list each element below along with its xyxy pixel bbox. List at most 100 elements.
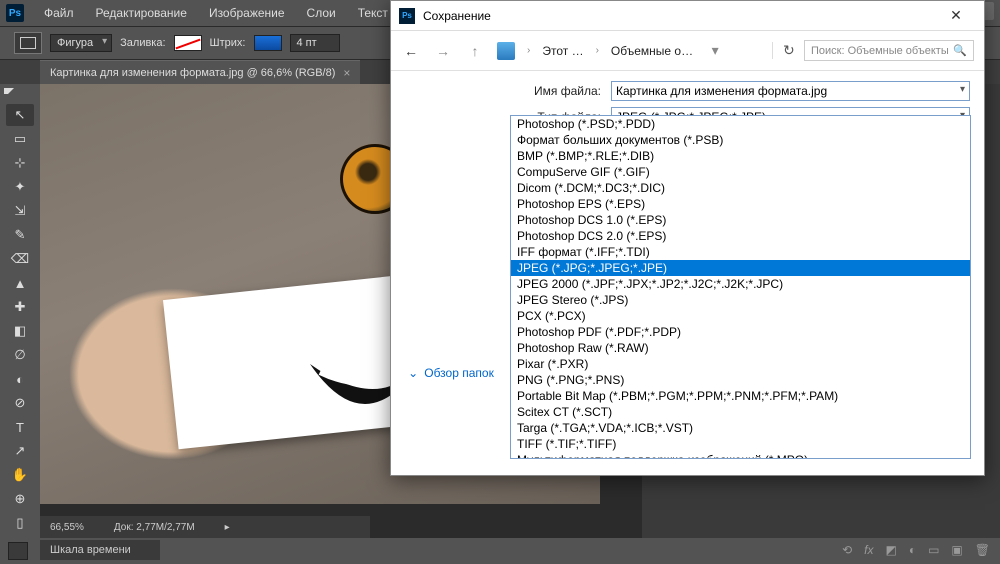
zoom-level[interactable]: 66,55% [50,522,84,533]
chevron-down-icon: ⌄ [408,366,418,380]
filetype-option[interactable]: Targa (*.TGA;*.VDA;*.ICB;*.VST) [511,420,970,436]
search-placeholder: Поиск: Объемные объекты [811,45,949,57]
crumb-sep-icon: › [527,45,530,56]
filename-value: Картинка для изменения формата.jpg [616,84,827,98]
dialog-sidebar: ⌄ Обзор папок [391,71,511,475]
filetype-option[interactable]: PNG (*.PNG;*.PNS) [511,372,970,388]
filetype-option[interactable]: PCX (*.PCX) [511,308,970,324]
shape-mode-dropdown[interactable]: Фигура [50,34,112,52]
document-tab[interactable]: Картинка для изменения формата.jpg @ 66,… [40,60,360,84]
panel-toggle-icon[interactable] [4,88,14,98]
nav-up-button[interactable]: ↑ [465,43,485,59]
tool-button[interactable]: ⊹ [6,152,34,174]
dialog-title: Сохранение [423,9,936,23]
tools-panel: ↖▭⊹✦⇲✎⌫▲✚◧∅◐⊘T↗✋⊕▯ [0,84,40,538]
fill-swatch[interactable] [174,35,202,51]
timeline-panel-tab[interactable]: Шкала времени [40,540,160,560]
tool-button[interactable]: ▭ [6,128,34,150]
menu-edit[interactable]: Редактирование [86,2,197,24]
refresh-button[interactable]: ↻ [772,42,792,59]
filetype-option[interactable]: Photoshop EPS (*.EPS) [511,196,970,212]
menu-file[interactable]: Файл [34,2,84,24]
link-icon[interactable]: ⟲ [842,543,852,557]
fx-icon[interactable]: fx [864,543,873,557]
filetype-option[interactable]: JPEG Stereo (*.JPS) [511,292,970,308]
dialog-titlebar: Ps Сохранение ✕ [391,1,984,31]
filetype-option[interactable]: Portable Bit Map (*.PBM;*.PGM;*.PPM;*.PN… [511,388,970,404]
tool-button[interactable]: ⊕ [6,488,34,510]
breadcrumb-2[interactable]: Объемные о… [611,44,693,58]
filetype-option[interactable]: Dicom (*.DCM;*.DC3;*.DIC) [511,180,970,196]
trash-icon[interactable]: 🗑 [975,543,990,557]
search-input[interactable]: Поиск: Объемные объекты 🔍 [804,40,974,61]
search-icon: 🔍 [953,44,967,57]
tool-button[interactable]: ⇲ [6,200,34,222]
filetype-option[interactable]: Photoshop PDF (*.PDF;*.PDP) [511,324,970,340]
save-dialog: Ps Сохранение ✕ ← → ↑ › Этот … › Объемны… [390,0,985,476]
browse-folders-label: Обзор папок [424,366,494,380]
filename-input[interactable]: Картинка для изменения формата.jpg ▾ [611,81,970,101]
tool-button[interactable]: ▲ [6,272,34,294]
tool-button[interactable]: ⊘ [6,392,34,414]
doc-size: Док: 2,77M/2,77M [114,522,195,533]
app-icon: Ps [6,4,24,22]
menu-image[interactable]: Изображение [199,2,295,24]
filetype-option[interactable]: Photoshop DCS 1.0 (*.EPS) [511,212,970,228]
nav-back-button[interactable]: ← [401,43,421,59]
tool-button[interactable]: ▯ [6,512,34,534]
tool-button[interactable]: ↗ [6,440,34,462]
stroke-swatch[interactable] [254,35,282,51]
tool-button[interactable]: ✦ [6,176,34,198]
status-arrow-icon[interactable]: ▸ [225,522,230,533]
nav-forward-button[interactable]: → [433,43,453,59]
filetype-option[interactable]: Photoshop Raw (*.RAW) [511,340,970,356]
location-icon[interactable] [497,42,515,60]
tool-button[interactable]: T [6,416,34,438]
breadcrumb-1[interactable]: Этот … [542,44,583,58]
tool-button[interactable]: ↖ [6,104,34,126]
dialog-close-button[interactable]: ✕ [936,7,976,24]
filetype-option[interactable]: Формат больших документов (*.PSB) [511,132,970,148]
filetype-option[interactable]: CompuServe GIF (*.GIF) [511,164,970,180]
document-tab-title: Картинка для изменения формата.jpg @ 66,… [50,67,335,79]
tool-preset-button[interactable] [14,32,42,54]
chevron-down-icon[interactable]: ▾ [960,84,965,95]
filetype-option[interactable]: Photoshop (*.PSD;*.PDD) [511,116,970,132]
filetype-option[interactable]: Мультиформатная поддержка изображений (*… [511,452,970,459]
menu-layers[interactable]: Слои [297,2,346,24]
quick-mask-toggle[interactable] [8,542,28,560]
tool-button[interactable]: ✚ [6,296,34,318]
filetype-option[interactable]: JPEG (*.JPG;*.JPEG;*.JPE) [511,260,970,276]
tool-button[interactable]: ◧ [6,320,34,342]
browse-folders-toggle[interactable]: ⌄ Обзор папок [408,271,494,475]
tool-button[interactable]: ∅ [6,344,34,366]
crumb-dropdown-icon[interactable]: ▾ [705,42,725,59]
document-status-bar: 66,55% Док: 2,77M/2,77M ▸ [40,516,370,538]
new-layer-icon[interactable]: ▣ [951,543,962,557]
dialog-fields: Имя файла: Картинка для изменения формат… [511,71,984,475]
dialog-body: ⌄ Обзор папок Имя файла: Картинка для из… [391,71,984,475]
tool-button[interactable]: ✋ [6,464,34,486]
tool-button[interactable]: ◐ [6,368,34,390]
dialog-nav-bar: ← → ↑ › Этот … › Объемные о… ▾ ↻ Поиск: … [391,31,984,71]
tool-button[interactable]: ✎ [6,224,34,246]
adjustment-icon[interactable]: ◐ [909,543,916,557]
filetype-options-list[interactable]: Photoshop (*.PSD;*.PDD)Формат больших до… [510,115,971,459]
filetype-option[interactable]: IFF формат (*.IFF;*.TDI) [511,244,970,260]
filetype-option[interactable]: BMP (*.BMP;*.RLE;*.DIB) [511,148,970,164]
mask-icon[interactable]: ◩ [885,543,896,557]
group-icon[interactable]: ▭ [928,543,939,557]
tool-button[interactable]: ⌫ [6,248,34,270]
filetype-option[interactable]: TIFF (*.TIF;*.TIFF) [511,436,970,452]
filename-label: Имя файла: [511,84,611,98]
filetype-option[interactable]: Pixar (*.PXR) [511,356,970,372]
dialog-app-icon: Ps [399,8,415,24]
stroke-width-input[interactable]: 4 пт [290,34,340,52]
document-tab-close[interactable]: × [343,66,350,80]
stroke-label: Штрих: [210,37,246,49]
layer-panel-footer: ⟲ fx ◩ ◐ ▭ ▣ 🗑 [842,540,990,560]
filetype-option[interactable]: Photoshop DCS 2.0 (*.EPS) [511,228,970,244]
filetype-option[interactable]: Scitex CT (*.SCT) [511,404,970,420]
filetype-option[interactable]: JPEG 2000 (*.JPF;*.JPX;*.JP2;*.J2C;*.J2K… [511,276,970,292]
crumb-sep-icon: › [596,45,599,56]
